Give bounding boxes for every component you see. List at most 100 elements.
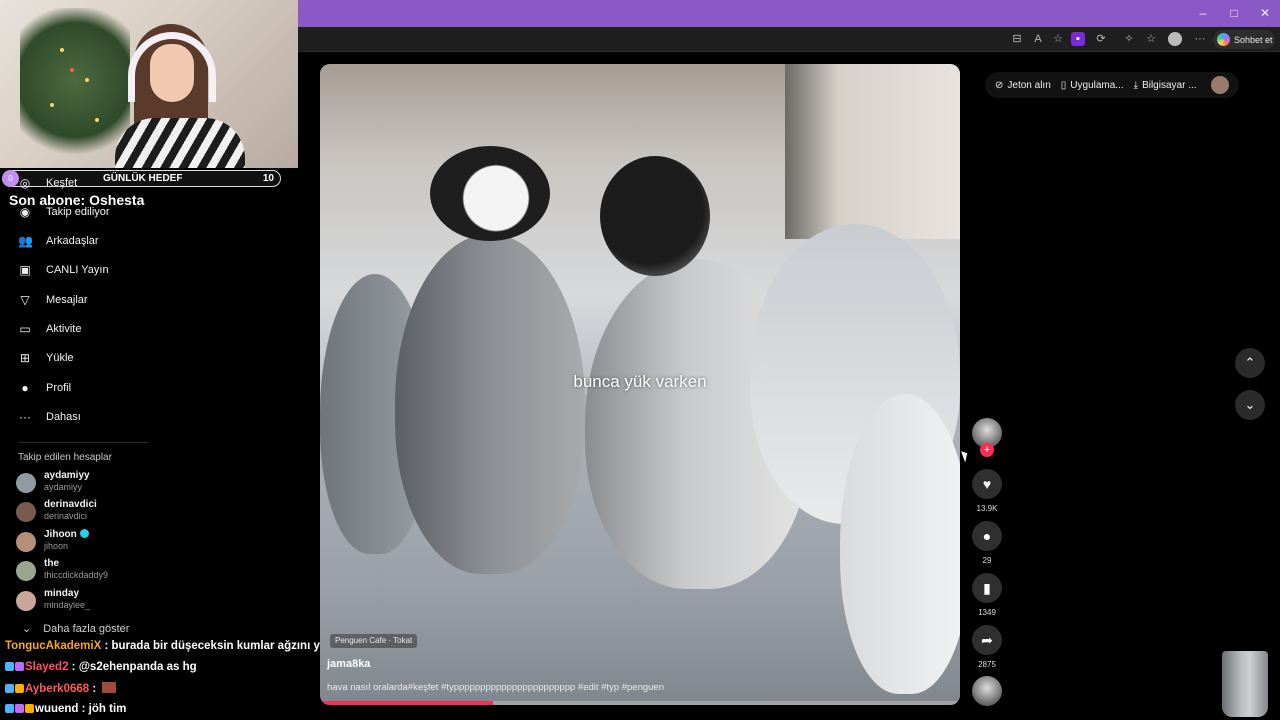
sidebar-item-0[interactable]: ◎ Keşfet (18, 173, 77, 193)
share-icon[interactable]: ➦ (972, 625, 1002, 655)
show-more-button[interactable]: ⌄ Daha fazla göster (22, 622, 129, 636)
extension-icon[interactable]: ▪ (1071, 32, 1085, 46)
following-account[interactable]: derinavdici derinavdici (16, 499, 216, 525)
user-avatar[interactable] (1210, 76, 1229, 94)
sidebar-item-8[interactable]: ··· Dahası (18, 407, 81, 427)
video-progress-fill (320, 701, 493, 705)
share-count: 2875 (978, 660, 996, 669)
account-handle: jihoon (44, 541, 69, 551)
video-progress-bar[interactable] (320, 701, 960, 705)
desktop-app-button[interactable]: ⤓ Bilgisayar ... (1134, 80, 1197, 91)
location-tag[interactable]: Penguen Cafe · Tokat (330, 634, 418, 648)
comment-action[interactable]: ● 29 (972, 521, 1002, 565)
menu-dots-icon[interactable]: ··· (1193, 32, 1207, 46)
maximize-button[interactable]: □ (1224, 5, 1244, 21)
following-account[interactable]: the thiccdickdaddy9 (16, 558, 216, 584)
heart-icon[interactable]: ♥ (972, 469, 1002, 499)
save-action[interactable]: ▮ 1349 (972, 573, 1002, 617)
account-name: Jihoon (44, 529, 89, 540)
comment-icon[interactable]: ● (972, 521, 1002, 551)
goal-label: GÜNLÜK HEDEF (103, 173, 183, 184)
chat-badges (5, 661, 25, 673)
chat-username: TongucAkademiX (5, 640, 102, 652)
sidebar-item-6[interactable]: ⊞ Yükle (18, 348, 74, 368)
like-count: 13.9K (976, 504, 998, 513)
video-caption: bunca yük varken (573, 372, 707, 391)
close-button[interactable]: ✕ (1255, 5, 1275, 21)
address-bar[interactable] (298, 30, 988, 49)
collections-icon[interactable]: ☆ (1144, 32, 1158, 46)
live-icon: ▣ (19, 263, 31, 277)
tree-light (95, 118, 99, 122)
sidebar-divider (18, 442, 148, 443)
split-screen-icon[interactable]: ⊟ (1010, 32, 1024, 46)
avatar (16, 591, 36, 611)
mouse-cursor (961, 449, 970, 463)
account-handle: aydamiyy (44, 482, 83, 492)
friends-icon: 👥 (18, 234, 33, 248)
copilot-label: Sohbet et (1234, 34, 1273, 45)
tree-light (60, 48, 64, 52)
get-coins-button[interactable]: ⊘ Jeton alın (995, 80, 1051, 91)
account-name-text: Jihoon (44, 529, 77, 540)
chat-badge-icon (15, 684, 24, 693)
chat-badge-icon (5, 684, 14, 693)
goal-target-count: 10 (262, 173, 274, 184)
browser-toolbar: ⊟ A ☆ ▪ ⟳ ✧ ☆ ··· Sohbet et (298, 27, 1280, 52)
desktop-app-label: Bilgisayar ... (1142, 79, 1197, 91)
account-handle: mindaylee_ (44, 600, 91, 610)
music-disc-avatar[interactable] (972, 676, 1002, 706)
get-app-button[interactable]: ▯ Uygulama... (1061, 80, 1124, 91)
chat-badge-icon (25, 704, 34, 713)
profile-icon: ● (21, 381, 29, 395)
account-handle: derinavdici (44, 511, 88, 521)
video-player[interactable]: bunca yük varken Penguen Cafe · Tokat ja… (320, 64, 960, 705)
sidebar-item-label: Mesajlar (46, 294, 88, 306)
chat-badge-icon (15, 662, 24, 671)
translate-icon[interactable]: A (1031, 32, 1045, 46)
sidebar-item-2[interactable]: 👥 Arkadaşlar (18, 231, 99, 251)
glass-cup (1222, 651, 1268, 717)
following-account[interactable]: aydamiyy aydamiyy (16, 470, 216, 496)
refresh-extension-icon[interactable]: ⟳ (1094, 32, 1108, 46)
favorite-star-icon[interactable]: ☆ (1051, 32, 1065, 46)
follow-plus-icon[interactable]: + (980, 443, 994, 457)
video-description[interactable]: hava nasıl oralarda#keşfet #typppppppppp… (327, 682, 664, 693)
video-author[interactable]: jama8ka (327, 658, 370, 670)
minimize-button[interactable]: – (1193, 5, 1213, 21)
sidebar-item-3[interactable]: ▣ CANLI Yayın (18, 260, 108, 280)
previous-video-button[interactable]: ⌃ (1235, 348, 1265, 378)
chat-username: Slayed2 (25, 661, 69, 673)
following-account[interactable]: minday mindaylee_ (16, 588, 216, 614)
streamer (115, 18, 245, 168)
chat-badge-icon (5, 662, 14, 671)
activity-icon: ▭ (19, 322, 31, 336)
webcam-overlay (0, 0, 298, 168)
account-handle: thiccdickdaddy9 (44, 570, 109, 580)
sidebar-item-4[interactable]: ▽ Mesajlar (18, 290, 88, 310)
copilot-chat-button[interactable]: Sohbet et (1213, 30, 1275, 49)
phone-icon: ▯ (1060, 79, 1067, 91)
bookmark-icon[interactable]: ▮ (972, 573, 1002, 603)
sidebar-item-5[interactable]: ▭ Aktivite (18, 319, 81, 339)
avatar (16, 473, 36, 493)
sidebar-item-7[interactable]: ● Profil (18, 378, 71, 398)
account-name-text: the (44, 558, 59, 569)
penguin-chick (395, 234, 585, 574)
chat-username: wuuend (35, 703, 79, 715)
tree-light (85, 78, 89, 82)
sidebar-item-label: Aktivite (46, 323, 82, 335)
screen: – □ ✕ ⊟ A ☆ ▪ ⟳ ✧ ☆ ··· Sohbet et 0 GÜNL… (0, 0, 1280, 720)
penguin-chick-head (430, 146, 550, 241)
following-account[interactable]: Jihoon jihoon (16, 529, 216, 555)
chat-message: Slayed2 : @s2ehenpanda as hg (5, 661, 197, 673)
chat-text: : jöh tim (78, 703, 127, 715)
coin-icon: ⊘ (995, 79, 1004, 91)
like-action[interactable]: ♥ 13.9K (972, 469, 1002, 513)
puzzle-icon[interactable]: ✧ (1122, 32, 1136, 46)
share-action[interactable]: ➦ 2875 (972, 625, 1002, 669)
profile-avatar-icon[interactable] (1168, 32, 1182, 46)
chat-badges (5, 683, 25, 695)
tree-light (50, 103, 54, 107)
next-video-button[interactable]: ⌄ (1235, 390, 1265, 420)
